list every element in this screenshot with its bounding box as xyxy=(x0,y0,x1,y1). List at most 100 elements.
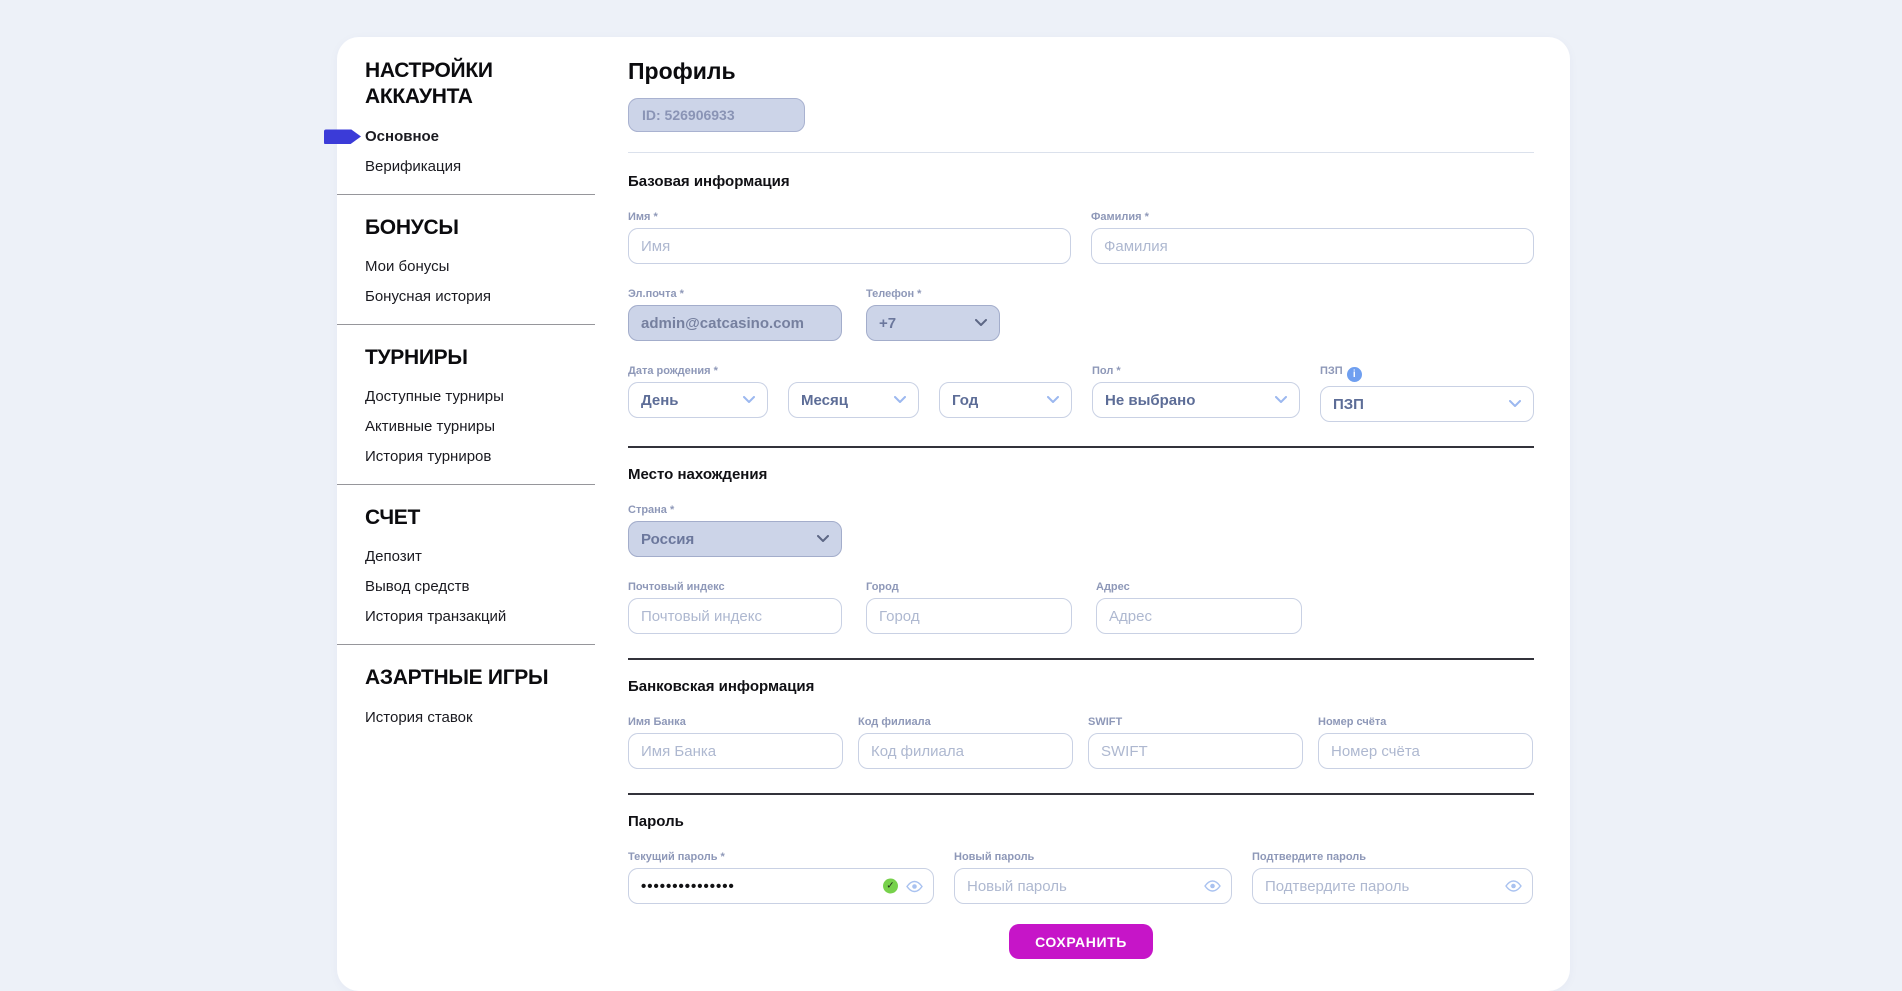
sidebar-divider xyxy=(337,194,595,195)
last-name-label: Фамилия * xyxy=(1091,211,1534,224)
name-row: Имя * Фамилия * xyxy=(628,211,1534,264)
last-name-input[interactable] xyxy=(1091,228,1534,264)
eye-icon[interactable] xyxy=(1505,880,1522,892)
sidebar-item-label: История турниров xyxy=(365,448,491,465)
account-number-label: Номер счёта xyxy=(1318,716,1533,729)
profile-id-value: ID: 526906933 xyxy=(642,107,735,123)
address-input[interactable] xyxy=(1096,598,1302,634)
sidebar-item-my-bonuses[interactable]: Мои бонусы xyxy=(337,259,628,275)
section-title-basic-info: Базовая информация xyxy=(628,173,1534,190)
sidebar-item-bet-history[interactable]: История ставок xyxy=(337,710,628,726)
gender-value: Не выбрано xyxy=(1105,392,1195,409)
account-settings-card: НАСТРОЙКИ АККАУНТА Основное Верификация … xyxy=(337,37,1570,991)
section-title-location: Место нахождения xyxy=(628,466,1534,483)
page: НАСТРОЙКИ АККАУНТА Основное Верификация … xyxy=(0,0,1902,954)
page-title: Профиль xyxy=(628,58,1534,85)
new-password-label: Новый пароль xyxy=(954,851,1232,864)
birth-year-value: Год xyxy=(952,392,978,409)
postal-code-field: Почтовый индекс xyxy=(628,581,842,634)
sidebar-item-main[interactable]: Основное xyxy=(337,129,628,145)
bank-name-field: Имя Банка xyxy=(628,716,843,769)
divider xyxy=(628,152,1534,153)
account-number-field: Номер счёта xyxy=(1318,716,1533,769)
eye-icon[interactable] xyxy=(906,880,923,892)
phone-code-value: +7 xyxy=(879,315,896,332)
swift-field: SWIFT xyxy=(1088,716,1303,769)
confirm-password-field: Подтвердите пароль xyxy=(1252,851,1533,904)
birth-month-select[interactable]: Месяц xyxy=(788,382,919,418)
country-row: Страна * Россия xyxy=(628,504,1534,557)
city-label: Город xyxy=(866,581,1072,594)
sidebar-item-active-tournaments[interactable]: Активные турниры xyxy=(337,419,628,435)
pzp-field: ПЗПi ПЗП xyxy=(1320,365,1534,422)
confirm-password-input[interactable] xyxy=(1252,868,1533,904)
chevron-down-icon xyxy=(1047,396,1059,404)
gender-select[interactable]: Не выбрано xyxy=(1092,382,1300,418)
address-label: Адрес xyxy=(1096,581,1302,594)
country-label: Страна * xyxy=(628,504,842,517)
country-select: Россия xyxy=(628,521,842,557)
sidebar-group-account-settings: НАСТРОЙКИ АККАУНТА xyxy=(365,58,588,111)
sidebar-divider xyxy=(337,484,595,485)
sidebar-group-account: СЧЕТ xyxy=(365,505,588,531)
birth-day-field: Дата рождения * День xyxy=(628,365,768,422)
postal-code-label: Почтовый индекс xyxy=(628,581,842,594)
city-field: Город xyxy=(866,581,1072,634)
first-name-input[interactable] xyxy=(628,228,1071,264)
postal-code-input[interactable] xyxy=(628,598,842,634)
sidebar-item-withdrawal[interactable]: Вывод средств xyxy=(337,579,628,595)
sidebar-group-tournaments: ТУРНИРЫ xyxy=(365,345,588,371)
pzp-select[interactable]: ПЗП xyxy=(1320,386,1534,422)
email-input xyxy=(628,305,842,341)
sidebar-divider xyxy=(337,324,595,325)
sidebar-item-verification[interactable]: Верификация xyxy=(337,159,628,175)
chevron-down-icon xyxy=(1275,396,1287,404)
phone-label: Телефон * xyxy=(866,288,1000,301)
sidebar-item-tournament-history[interactable]: История турниров xyxy=(337,449,628,465)
account-number-input[interactable] xyxy=(1318,733,1533,769)
first-name-field: Имя * xyxy=(628,211,1071,264)
sidebar-item-label: Основное xyxy=(365,128,439,145)
birth-gender-row: Дата рождения * День Месяц xyxy=(628,365,1534,422)
new-password-icons xyxy=(1204,880,1221,892)
sidebar: НАСТРОЙКИ АККАУНТА Основное Верификация … xyxy=(337,37,628,991)
sidebar-item-bonus-history[interactable]: Бонусная история xyxy=(337,289,628,305)
section-divider xyxy=(628,793,1534,795)
section-title-password: Пароль xyxy=(628,813,1534,830)
info-icon[interactable]: i xyxy=(1347,367,1362,382)
chevron-down-icon xyxy=(743,396,755,404)
sidebar-item-transaction-history[interactable]: История транзакций xyxy=(337,609,628,625)
country-value: Россия xyxy=(641,531,694,548)
sidebar-item-label: Бонусная история xyxy=(365,288,491,305)
chevron-down-icon xyxy=(817,535,829,543)
new-password-input[interactable] xyxy=(954,868,1232,904)
confirm-password-icons xyxy=(1505,880,1522,892)
sidebar-item-label: История транзакций xyxy=(365,608,506,625)
bank-name-label: Имя Банка xyxy=(628,716,843,729)
new-password-wrap xyxy=(954,868,1232,904)
birth-month-field: Месяц xyxy=(788,365,919,422)
valid-check-icon: ✓ xyxy=(883,879,898,894)
password-row: Текущий пароль * ✓ Новый пароль xyxy=(628,851,1534,904)
birth-year-select[interactable]: Год xyxy=(939,382,1072,418)
sidebar-divider xyxy=(337,644,595,645)
birth-date-label: Дата рождения * xyxy=(628,365,768,378)
sidebar-item-deposit[interactable]: Депозит xyxy=(337,549,628,565)
birth-day-select[interactable]: День xyxy=(628,382,768,418)
pzp-label: ПЗПi xyxy=(1320,365,1534,382)
eye-icon[interactable] xyxy=(1204,880,1221,892)
section-divider xyxy=(628,658,1534,660)
branch-code-input[interactable] xyxy=(858,733,1073,769)
email-phone-row: Эл.почта * Телефон * +7 xyxy=(628,288,1534,341)
country-field: Страна * Россия xyxy=(628,504,842,557)
section-title-bank-info: Банковская информация xyxy=(628,678,1534,695)
chevron-down-icon xyxy=(894,396,906,404)
city-input[interactable] xyxy=(866,598,1072,634)
address-field: Адрес xyxy=(1096,581,1302,634)
email-label: Эл.почта * xyxy=(628,288,842,301)
swift-input[interactable] xyxy=(1088,733,1303,769)
bank-name-input[interactable] xyxy=(628,733,843,769)
sidebar-group-gambling: АЗАРТНЫЕ ИГРЫ xyxy=(365,665,588,691)
empty-label xyxy=(939,365,1072,378)
sidebar-item-available-tournaments[interactable]: Доступные турниры xyxy=(337,389,628,405)
